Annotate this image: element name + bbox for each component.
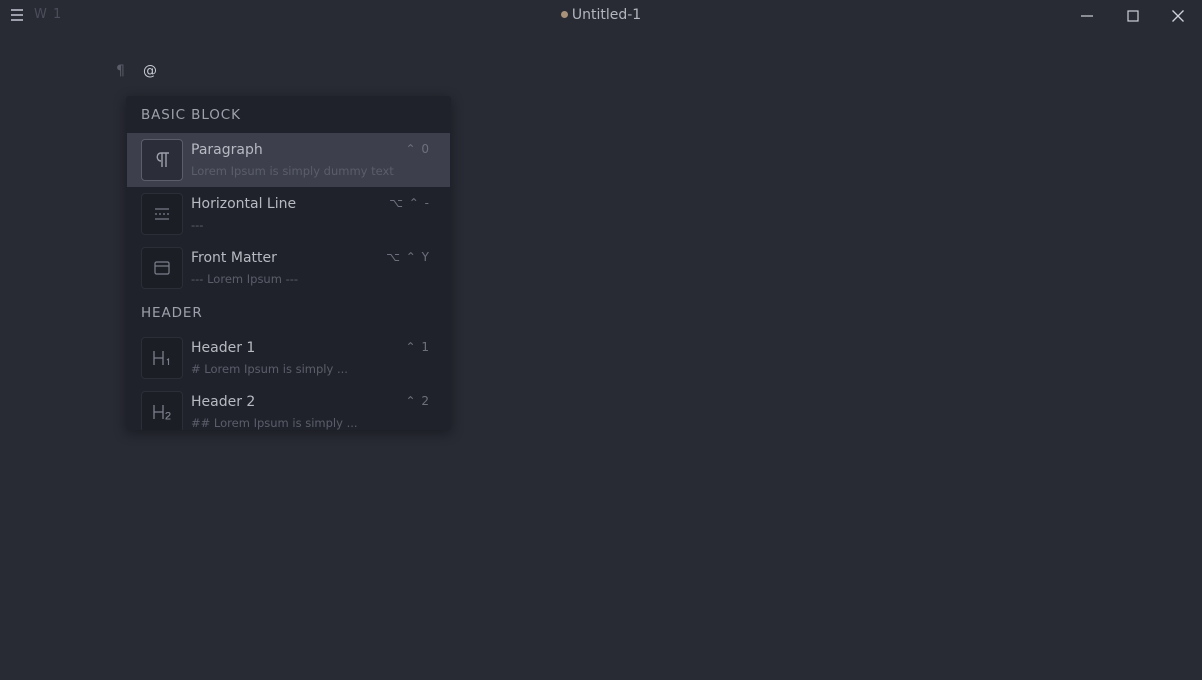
close-button[interactable] xyxy=(1164,4,1192,28)
title-bar: W 1 Untitled-1 xyxy=(0,0,1202,32)
window-title: Untitled-1 xyxy=(571,7,642,23)
header2-icon xyxy=(141,391,183,430)
menu-item-shortcut: ⌃ 0 xyxy=(405,142,430,156)
horizontal-line-icon xyxy=(141,193,183,235)
group-title-basic-block: BASIC BLOCK xyxy=(141,107,241,123)
menu-item-label: Header 1 xyxy=(191,340,256,356)
window-title-container: Untitled-1 xyxy=(0,7,1202,23)
menu-item-label: Header 2 xyxy=(191,394,256,410)
menu-item-description: --- Lorem Ipsum --- xyxy=(191,272,299,286)
menu-item-description: # Lorem Ipsum is simply ... xyxy=(191,362,348,376)
menu-item-label: Horizontal Line xyxy=(191,196,297,212)
menu-item-shortcut: ⌥ ⌃ - xyxy=(389,196,430,210)
minimize-icon xyxy=(1081,15,1093,17)
menu-item-description: Lorem Ipsum is simply dummy text xyxy=(191,164,394,178)
close-icon xyxy=(1172,10,1184,22)
menu-item-front-matter[interactable]: Front Matter --- Lorem Ipsum --- ⌥ ⌃ Y xyxy=(127,241,450,295)
unsaved-indicator-icon xyxy=(560,11,568,18)
menu-item-shortcut: ⌥ ⌃ Y xyxy=(386,250,430,264)
menu-item-horizontal-line[interactable]: Horizontal Line --- ⌥ ⌃ - xyxy=(127,187,450,241)
paragraph-marker-icon[interactable]: ¶ xyxy=(116,63,125,79)
menu-item-label: Front Matter xyxy=(191,250,277,266)
menu-item-header-2[interactable]: Header 2 ## Lorem Ipsum is simply ... ⌃ … xyxy=(127,385,450,430)
menu-item-description: ## Lorem Ipsum is simply ... xyxy=(191,416,358,430)
quick-insert-menu: BASIC BLOCK Paragraph Lorem Ipsum is sim… xyxy=(126,96,451,430)
group-title-header: HEADER xyxy=(141,305,203,321)
maximize-button[interactable] xyxy=(1119,4,1147,28)
minimize-button[interactable] xyxy=(1073,4,1101,28)
menu-item-shortcut: ⌃ 2 xyxy=(405,394,430,408)
paragraph-icon xyxy=(141,139,183,181)
header1-icon xyxy=(141,337,183,379)
menu-item-header-1[interactable]: Header 1 # Lorem Ipsum is simply ... ⌃ 1 xyxy=(127,331,450,385)
maximize-icon xyxy=(1127,10,1139,22)
menu-item-label: Paragraph xyxy=(191,142,263,158)
menu-item-description: --- xyxy=(191,218,204,232)
editor-text[interactable]: @ xyxy=(143,63,157,79)
front-matter-icon xyxy=(141,247,183,289)
menu-item-shortcut: ⌃ 1 xyxy=(405,340,430,354)
menu-item-paragraph[interactable]: Paragraph Lorem Ipsum is simply dummy te… xyxy=(127,133,450,187)
